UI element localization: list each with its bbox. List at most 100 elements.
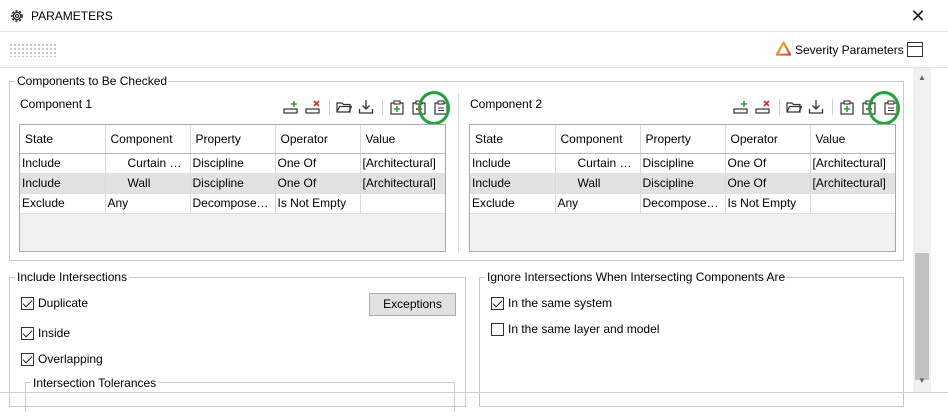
table-cell[interactable]: Curtain W... [105,153,191,174]
add-criteria-icon[interactable] [389,99,405,115]
column-header[interactable]: Operator [725,125,811,154]
toolbar-grip-handle[interactable] [9,43,57,57]
column-header[interactable]: Value [360,125,445,154]
delete-row-icon[interactable] [755,99,771,115]
column-header[interactable]: Component [105,125,191,154]
component-2-title: Component 2 [470,97,543,111]
open-folder-icon[interactable] [336,99,352,115]
table-cell[interactable]: Include [470,153,556,174]
same-layer-model-checkbox[interactable]: In the same layer and model [491,321,659,337]
same-system-checkbox[interactable]: In the same system [491,295,612,311]
table-cell[interactable]: Discipline [640,153,726,174]
checkbox-box[interactable] [21,352,34,366]
table-cell[interactable]: Exclude [470,193,556,214]
table-cell[interactable]: Exclude [20,193,106,214]
intersection-tolerances-label: Intersection Tolerances [31,376,159,390]
table-row[interactable]: Include Wall Discipline One Of [Architec… [470,173,895,194]
table-cell[interactable]: Include [20,173,106,194]
table-cell[interactable]: Wall [105,173,191,194]
highlight-circle [418,91,450,125]
table-cell[interactable]: Any [105,193,191,214]
title-bar [0,0,948,31]
scrollbar-thumb[interactable] [915,253,929,380]
vertical-scrollbar[interactable]: ▲ ▼ [913,68,931,392]
gear-icon [9,8,25,24]
table-cell[interactable]: One Of [275,173,361,194]
open-folder-icon[interactable] [786,99,802,115]
table-cell[interactable]: Is Not Empty [725,193,811,214]
checkbox-label: In the same system [508,296,613,310]
table-cell[interactable]: [Architectural] [360,153,445,174]
table-row[interactable]: Include Curtain W... Discipline One Of [… [20,153,445,174]
column-header[interactable]: State [20,125,106,154]
checkbox-box[interactable] [491,296,504,310]
add-row-icon[interactable] [283,99,299,115]
grid-header-row: State Component Property Operator Value [470,125,895,154]
component-1-title: Component 1 [20,97,93,111]
column-header[interactable]: Operator [275,125,361,154]
table-cell[interactable]: Is Not Empty [275,193,361,214]
table-cell[interactable]: [Architectural] [360,173,445,194]
scroll-down-arrow-icon[interactable]: ▼ [913,374,931,388]
table-row[interactable]: Include Curtain W... Discipline One Of [… [470,153,895,174]
download-icon[interactable] [358,99,374,115]
table-cell[interactable]: One Of [725,153,811,174]
table-cell[interactable]: One Of [275,153,361,174]
table-cell[interactable]: Curtain W... [555,153,641,174]
table-cell[interactable]: Include [20,153,106,174]
column-header[interactable]: Value [810,125,895,154]
table-cell[interactable]: [Architectural] [810,153,895,174]
table-cell[interactable] [810,193,895,214]
severity-parameters-button[interactable]: Severity Parameters [775,41,904,59]
column-header[interactable]: State [470,125,556,154]
checkbox-label: Inside [38,326,71,340]
table-cell[interactable] [360,193,445,214]
panel-layout-icon[interactable] [907,42,923,57]
add-row-icon[interactable] [733,99,749,115]
warning-triangle-icon [775,41,792,59]
scroll-up-arrow-icon[interactable]: ▲ [913,71,931,85]
delete-row-icon[interactable] [305,99,321,115]
column-header[interactable]: Property [640,125,726,154]
duplicate-checkbox[interactable]: Duplicate [21,295,88,311]
table-row[interactable]: Exclude Any Decomposes ... Is Not Empty [20,193,445,214]
table-cell[interactable]: Decomposes ... [640,193,726,214]
highlight-circle [868,91,900,125]
window-title: PARAMETERS [31,9,113,23]
add-criteria-icon[interactable] [839,99,855,115]
overlapping-checkbox[interactable]: Overlapping [21,351,103,367]
column-header[interactable]: Component [555,125,641,154]
close-button[interactable]: ✕ [906,4,930,28]
table-cell[interactable]: Any [555,193,641,214]
table-cell[interactable]: Discipline [640,173,726,194]
include-intersections-label: Include Intersections [15,270,130,284]
table-row[interactable]: Include Wall Discipline One Of [Architec… [20,173,445,194]
table-cell[interactable]: Decomposes ... [190,193,276,214]
table-cell[interactable]: Wall [555,173,641,194]
checkbox-box[interactable] [21,296,34,310]
column-header[interactable]: Property [190,125,276,154]
grid-header-row: State Component Property Operator Value [20,125,445,154]
checkbox-label: In the same layer and model [508,322,660,336]
checkbox-label: Overlapping [38,352,103,366]
toolbar-separator [779,99,780,115]
download-icon[interactable] [808,99,824,115]
component-2-grid: State Component Property Operator Value … [469,124,896,252]
exceptions-button[interactable]: Exceptions [369,293,456,316]
checkbox-box[interactable] [21,326,34,340]
component-divider [458,93,459,253]
close-icon: ✕ [910,6,926,26]
toolbar-separator [329,99,330,115]
component-1-grid: State Component Property Operator Value … [19,124,446,252]
toolbar-divider [0,67,948,68]
title-divider [0,31,948,32]
inside-checkbox[interactable]: Inside [21,325,70,341]
checkbox-box[interactable] [491,322,504,336]
table-cell[interactable]: Include [470,173,556,194]
table-cell[interactable]: Discipline [190,153,276,174]
table-cell[interactable]: [Architectural] [810,173,895,194]
bottom-divider [0,392,948,393]
table-cell[interactable]: Discipline [190,173,276,194]
table-row[interactable]: Exclude Any Decomposes ... Is Not Empty [470,193,895,214]
table-cell[interactable]: One Of [725,173,811,194]
